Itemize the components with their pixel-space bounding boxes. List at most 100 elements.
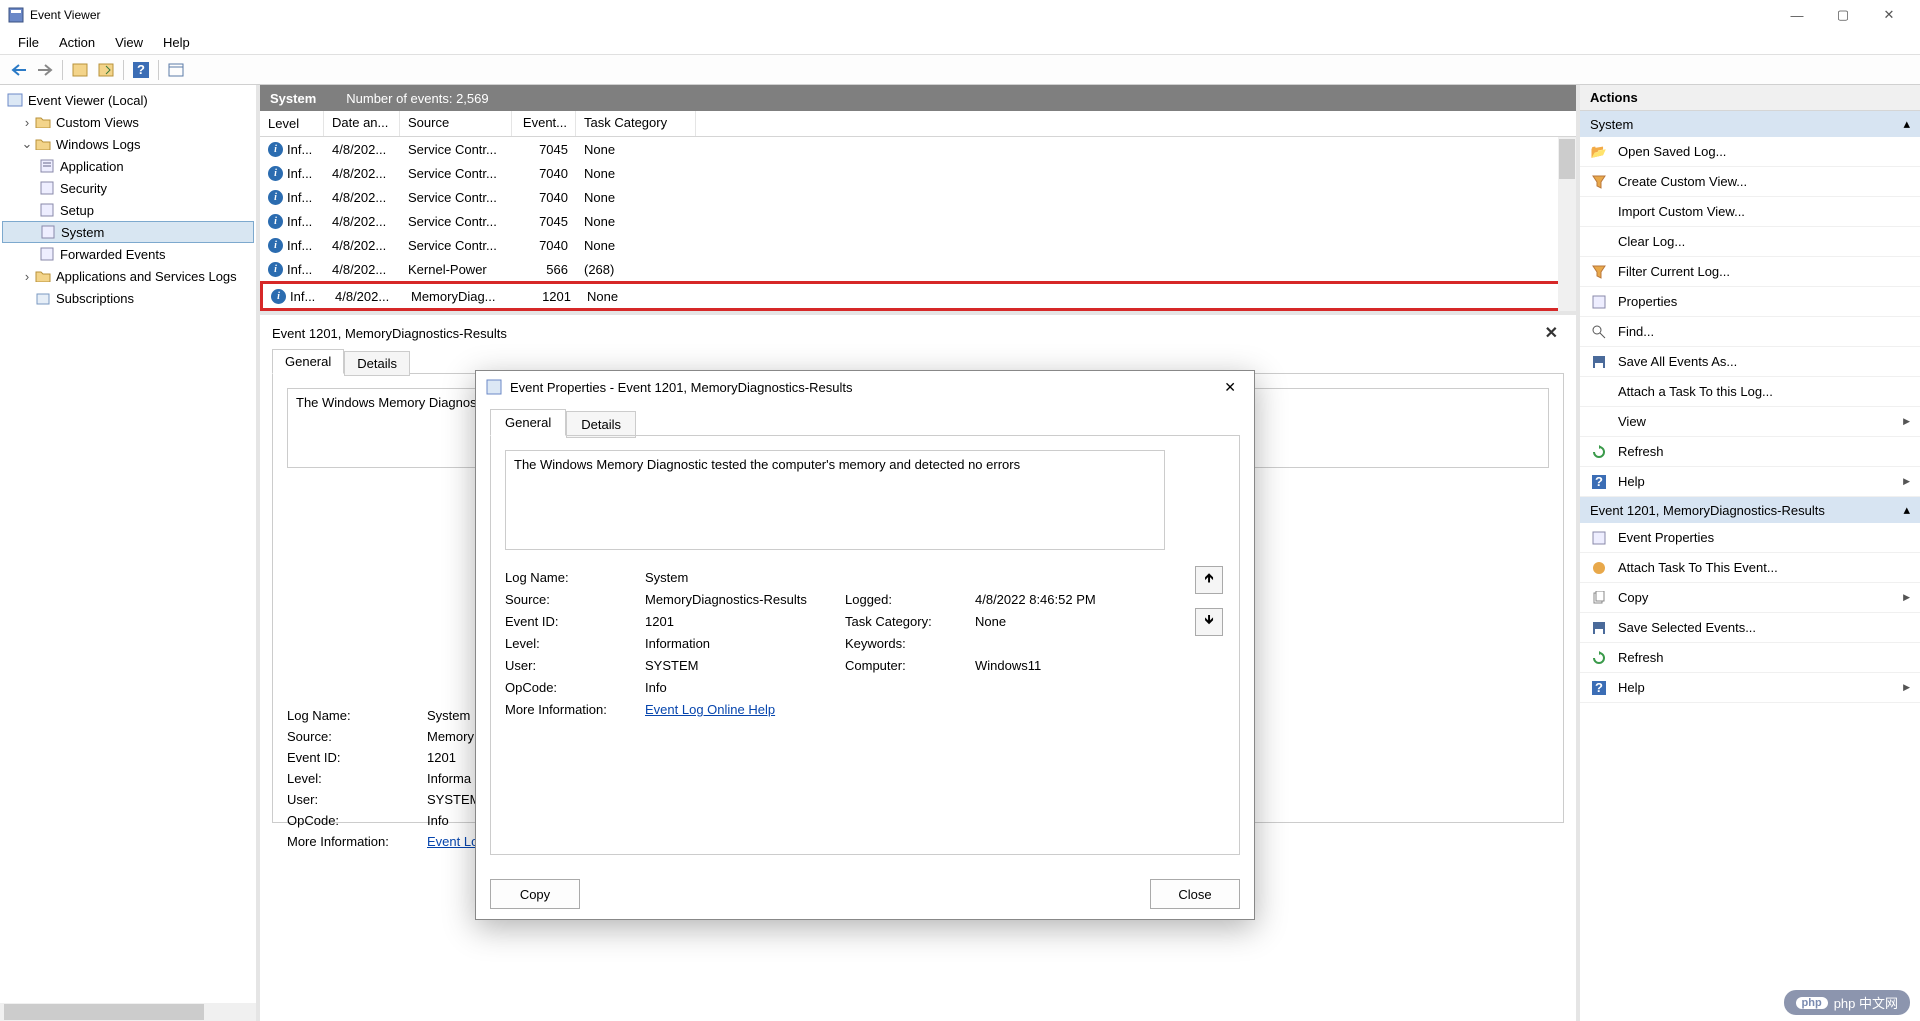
action-properties[interactable]: Properties [1580,287,1920,317]
action-attach-task-event[interactable]: Attach Task To This Event... [1580,553,1920,583]
close-button[interactable]: Close [1150,879,1240,909]
moreinfo-label: More Information: [505,702,645,717]
action-find[interactable]: Find... [1580,317,1920,347]
tree-forwarded[interactable]: Forwarded Events [2,243,254,265]
tree-root[interactable]: Event Viewer (Local) [2,89,254,111]
col-header-source[interactable]: Source [400,111,512,136]
collapse-icon[interactable]: ▴ [1903,502,1910,518]
next-event-button[interactable]: 🡻 [1195,608,1223,636]
action-save-all[interactable]: Save All Events As... [1580,347,1920,377]
help-button[interactable]: ? [130,59,152,81]
tree-subscriptions[interactable]: › Subscriptions [2,287,254,309]
dialog-close-button[interactable]: ✕ [1216,377,1244,398]
back-button[interactable] [8,59,30,81]
task-cell: None [576,214,696,229]
tab-general[interactable]: General [272,349,344,374]
col-header-task[interactable]: Task Category [576,111,696,136]
event-row[interactable]: iInf...4/8/202...Kernel-Power566(268) [260,257,1576,281]
tree-application[interactable]: Application [2,155,254,177]
log-icon [38,180,56,196]
tree-system[interactable]: System [2,221,254,243]
scroll-thumb[interactable] [4,1004,204,1020]
action-help[interactable]: ?Help [1580,467,1920,497]
horizontal-scrollbar[interactable] [0,1003,256,1021]
event-row[interactable]: iInf...4/8/202...Service Contr...7045Non… [260,209,1576,233]
event-row[interactable]: iInf...4/8/202...Service Contr...7045Non… [260,137,1576,161]
date-cell: 4/8/202... [324,262,400,277]
filter-icon [1590,173,1608,191]
tree-apps-services[interactable]: › Applications and Services Logs [2,265,254,287]
action-refresh[interactable]: Refresh [1580,437,1920,467]
menu-help[interactable]: Help [153,32,200,53]
col-header-level[interactable]: Level [260,111,324,136]
action-label: Clear Log... [1618,234,1685,249]
section-label: Event 1201, MemoryDiagnostics-Results [1590,503,1825,518]
task-cell: None [576,190,696,205]
action-filter-log[interactable]: Filter Current Log... [1580,257,1920,287]
level-text: Inf... [287,142,312,157]
menu-view[interactable]: View [105,32,153,53]
expand-icon[interactable]: › [20,115,34,130]
folder-icon [34,268,52,284]
action-view[interactable]: View [1580,407,1920,437]
event-row[interactable]: iInf...4/8/202...Service Contr...7040Non… [260,161,1576,185]
action-label: Attach Task To This Event... [1618,560,1778,575]
event-row[interactable]: iInf...4/8/202...Service Contr...7040Non… [260,185,1576,209]
show-tree-button[interactable] [69,59,91,81]
close-button[interactable]: ✕ [1866,0,1912,30]
keywords-value [975,636,1225,651]
user-label: User: [505,658,645,673]
moreinfo-link[interactable]: Event Log Online Help [645,702,775,717]
col-header-eventid[interactable]: Event... [512,111,576,136]
action-refresh-2[interactable]: Refresh [1580,643,1920,673]
tree-security[interactable]: Security [2,177,254,199]
tree-custom-views[interactable]: › Custom Views [2,111,254,133]
action-open-saved[interactable]: 📂Open Saved Log... [1580,137,1920,167]
action-copy[interactable]: Copy [1580,583,1920,613]
tree-label: Setup [60,203,94,218]
action-save-selected[interactable]: Save Selected Events... [1580,613,1920,643]
tree-setup[interactable]: Setup [2,199,254,221]
action-event-properties[interactable]: Event Properties [1580,523,1920,553]
action-import-custom[interactable]: Import Custom View... [1580,197,1920,227]
log-name-label: Log Name: [505,570,645,585]
menu-action[interactable]: Action [49,32,105,53]
action-help-2[interactable]: ?Help [1580,673,1920,703]
action-label: Open Saved Log... [1618,144,1726,159]
tab-details[interactable]: Details [344,351,410,376]
copy-button[interactable]: Copy [490,879,580,909]
save-icon [1590,353,1608,371]
properties-button[interactable] [165,59,187,81]
menu-file[interactable]: File [8,32,49,53]
maximize-button[interactable]: ▢ [1820,0,1866,30]
event-row[interactable]: iInf...4/8/202...Service Contr...7040Non… [260,233,1576,257]
dialog-tab-details[interactable]: Details [566,411,636,438]
eventid-label: Event ID: [287,750,427,765]
action-create-custom[interactable]: Create Custom View... [1580,167,1920,197]
watermark-badge: php php 中文网 [1784,990,1910,1015]
action-attach-task-log[interactable]: Attach a Task To this Log... [1580,377,1920,407]
minimize-button[interactable]: — [1774,0,1820,30]
previous-event-button[interactable]: 🡹 [1195,566,1223,594]
taskcat-value: None [975,614,1225,629]
collapse-icon[interactable]: ⌄ [20,136,34,152]
scroll-thumb[interactable] [1559,139,1575,179]
dialog-tab-general[interactable]: General [490,409,566,436]
level-text: Inf... [287,262,312,277]
expand-icon[interactable]: › [20,269,34,284]
forward-button[interactable] [34,59,56,81]
vertical-scrollbar[interactable] [1558,137,1576,311]
export-button[interactable] [95,59,117,81]
tree-windows-logs[interactable]: ⌄ Windows Logs [2,133,254,155]
collapse-icon[interactable]: ▴ [1903,116,1910,132]
event-row[interactable]: iInf...4/8/202...MemoryDiag...1201None [260,281,1576,311]
detail-close-button[interactable]: ✕ [1539,323,1564,343]
date-cell: 4/8/202... [324,142,400,157]
action-clear-log[interactable]: Clear Log... [1580,227,1920,257]
level-text: Inf... [290,289,315,304]
actions-panel: Actions System ▴ 📂Open Saved Log... Crea… [1580,85,1920,1021]
action-label: Copy [1618,590,1648,605]
col-header-date[interactable]: Date an... [324,111,400,136]
opcode-value: Info [645,680,845,695]
properties-icon [1590,293,1608,311]
